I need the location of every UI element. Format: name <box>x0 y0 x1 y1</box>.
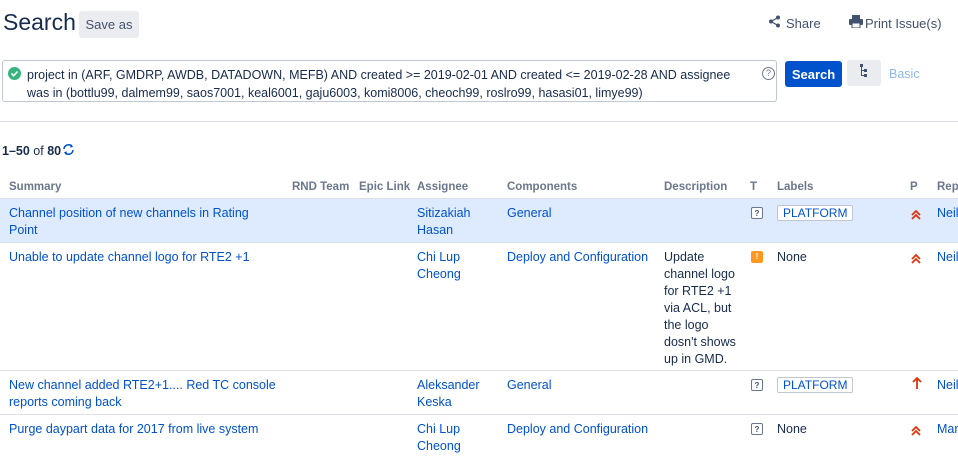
results-count: 1–50 of 80 <box>2 143 75 159</box>
results-total: 80 <box>47 144 62 158</box>
col-header-type[interactable]: T <box>750 181 757 193</box>
issue-summary-link[interactable]: Channel position of new channels in Rati… <box>9 205 279 239</box>
bug-type-icon: ! <box>751 251 763 263</box>
table-row[interactable]: Purge daypart data for 2017 from live sy… <box>0 415 958 456</box>
help-icon[interactable]: ? <box>762 67 775 80</box>
label-badge[interactable]: PLATFORM <box>777 205 854 221</box>
search-button[interactable]: Search <box>785 61 842 87</box>
priority-high-icon <box>912 376 922 395</box>
col-header-rnd-team[interactable]: RND Team <box>292 181 349 193</box>
jql-query-text[interactable]: project in (ARF, GMDRP, AWDB, DATADOWN, … <box>27 66 747 102</box>
priority-highest-icon <box>911 252 921 269</box>
label-badge[interactable]: PLATFORM <box>777 377 854 393</box>
question-type-icon: ? <box>751 379 763 391</box>
col-header-assignee[interactable]: Assignee <box>417 181 468 193</box>
share-label: Share <box>786 15 821 31</box>
issue-summary-link[interactable]: Unable to update channel logo for RTE2 +… <box>9 249 279 266</box>
jql-query-line-1: project in (ARF, GMDRP, AWDB, DATADOWN, … <box>27 68 731 82</box>
col-header-epic-link[interactable]: Epic Link <box>359 181 410 193</box>
priority-highest-icon <box>911 208 921 225</box>
tree-view-button[interactable] <box>847 60 881 86</box>
component-link[interactable]: Deploy and Configuration <box>507 249 648 266</box>
basic-search-link[interactable]: Basic <box>889 67 920 81</box>
check-circle-icon <box>8 67 21 80</box>
divider <box>0 121 958 122</box>
reporter-link[interactable]: Neil <box>937 377 958 394</box>
reporter-link[interactable]: Neil <box>937 205 958 222</box>
results-of: of <box>33 144 44 158</box>
results-range: 1–50 <box>2 144 30 158</box>
col-header-description[interactable]: Description <box>664 181 727 193</box>
question-type-icon: ? <box>751 423 763 435</box>
component-link[interactable]: General <box>507 205 551 222</box>
table-row[interactable]: New channel added RTE2+1.... Red TC cons… <box>0 371 958 414</box>
issue-summary-link[interactable]: New channel added RTE2+1.... Red TC cons… <box>9 377 279 411</box>
label-none: None <box>777 250 807 264</box>
reporter-link[interactable]: Mar <box>937 421 958 438</box>
print-button[interactable]: Print Issue(s) <box>849 15 942 31</box>
print-label: Print Issue(s) <box>865 15 942 31</box>
col-header-priority[interactable]: P <box>910 181 918 193</box>
col-header-reporter[interactable]: Rep <box>937 181 958 193</box>
assignee-link[interactable]: Chi Lup Cheong <box>417 421 497 455</box>
page-title: Search <box>3 9 76 35</box>
share-button[interactable]: Share <box>768 15 821 31</box>
assignee-link[interactable]: Chi Lup Cheong <box>417 249 497 283</box>
component-link[interactable]: Deploy and Configuration <box>507 421 648 438</box>
label-none: None <box>777 422 807 436</box>
assignee-link[interactable]: Aleksander Keska <box>417 377 497 411</box>
save-as-button[interactable]: Save as <box>79 11 139 38</box>
question-type-icon: ? <box>751 207 763 219</box>
tree-icon <box>859 64 869 82</box>
priority-highest-icon <box>911 424 921 441</box>
printer-icon <box>849 15 863 31</box>
component-link[interactable]: General <box>507 377 551 394</box>
share-icon <box>768 15 781 31</box>
col-header-labels[interactable]: Labels <box>777 181 813 193</box>
issue-description: Update channel logo for RTE2 +1 via ACL,… <box>664 250 736 366</box>
col-header-summary[interactable]: Summary <box>9 181 61 193</box>
table-row[interactable]: Channel position of new channels in Rati… <box>0 199 958 242</box>
col-header-components[interactable]: Components <box>507 181 577 193</box>
refresh-icon[interactable] <box>62 143 75 159</box>
reporter-link[interactable]: Neil <box>937 249 958 266</box>
table-row[interactable]: Unable to update channel logo for RTE2 +… <box>0 243 958 370</box>
jql-query-line-2: was in (bottlu99, dalmem99, saos7001, ke… <box>27 86 643 100</box>
assignee-link[interactable]: Sitizakiah Hasan <box>417 205 497 239</box>
issue-summary-link[interactable]: Purge daypart data for 2017 from live sy… <box>9 421 279 438</box>
